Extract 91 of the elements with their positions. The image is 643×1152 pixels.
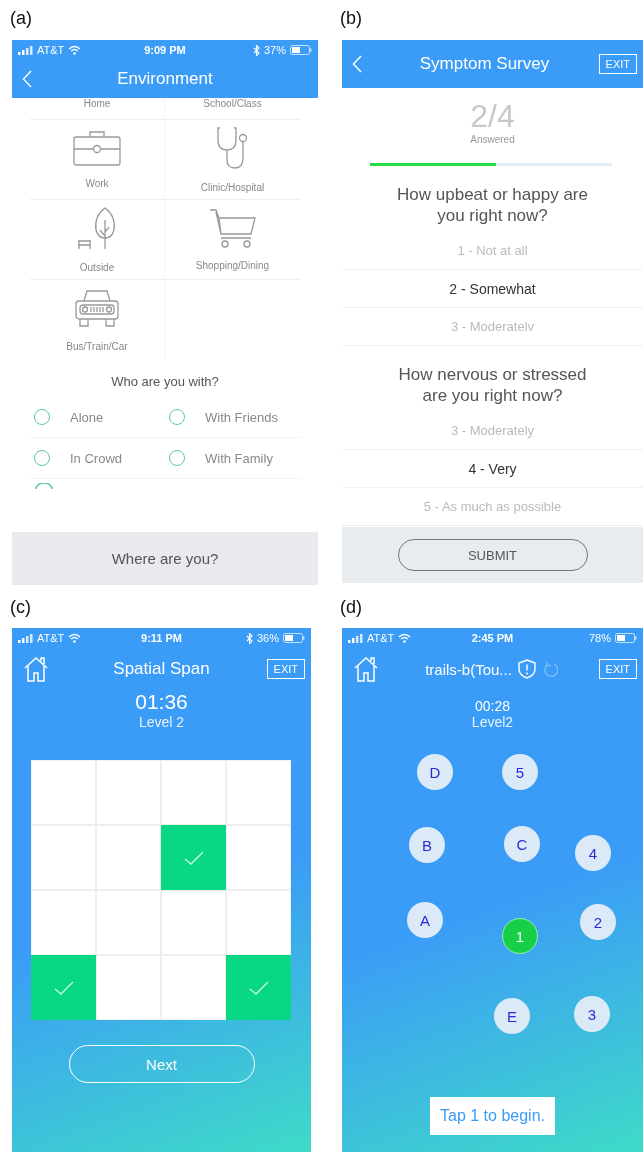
checkmark-icon bbox=[183, 850, 204, 865]
trail-node[interactable]: C bbox=[504, 826, 540, 862]
home-icon[interactable] bbox=[352, 655, 380, 683]
exit-button[interactable]: EXIT bbox=[598, 659, 637, 679]
level-text: Level 2 bbox=[137, 714, 186, 730]
signal-icon bbox=[18, 45, 33, 55]
bottom-bar: Where are you? bbox=[12, 532, 318, 585]
car-front-icon bbox=[74, 288, 120, 329]
shield-alert-icon[interactable] bbox=[517, 659, 536, 679]
trail-node[interactable]: 5 bbox=[502, 754, 538, 790]
carrier-name: AT&T bbox=[367, 632, 395, 644]
battery-percent: 78% bbox=[588, 632, 611, 644]
exit-button[interactable]: EXIT bbox=[598, 54, 637, 74]
location-option[interactable]: Clinic/Hospital bbox=[165, 120, 300, 200]
panel-label: (b) bbox=[340, 7, 362, 30]
wifi-icon bbox=[398, 633, 412, 643]
answer-option[interactable]: 4 - Very bbox=[342, 450, 643, 488]
screen-title: Symptom Survey bbox=[418, 54, 551, 74]
shopping-cart-icon bbox=[208, 208, 257, 248]
screen-title: Environment bbox=[116, 69, 214, 89]
screen-title: trails-b(Tou... bbox=[425, 660, 512, 678]
trail-node[interactable]: 4 bbox=[575, 835, 611, 871]
signal-icon bbox=[348, 633, 363, 643]
wifi-icon bbox=[68, 633, 82, 643]
briefcase-icon bbox=[73, 130, 121, 166]
radio-label: With Family bbox=[205, 450, 273, 466]
location-label: Home bbox=[83, 98, 111, 109]
location-label: Clinic/Hospital bbox=[200, 182, 265, 193]
answer-option[interactable]: 5 - As much as possible bbox=[342, 488, 643, 526]
answer-option[interactable]: 3 - Moderately bbox=[342, 412, 643, 450]
trail-node[interactable]: 2 bbox=[580, 904, 616, 940]
location-option[interactable]: Home bbox=[30, 98, 165, 120]
location-label: School/Class bbox=[203, 98, 262, 109]
battery-percent: 37% bbox=[263, 44, 286, 56]
radio-circle-partial-icon bbox=[34, 483, 54, 489]
question-text: How nervous or stressed are you right now? bbox=[397, 364, 588, 406]
back-chevron-icon[interactable] bbox=[22, 70, 32, 88]
grid-tile[interactable] bbox=[31, 955, 96, 1020]
grid-tile[interactable] bbox=[161, 825, 226, 890]
location-label: Work bbox=[85, 178, 109, 189]
location-option[interactable]: Bus/Train/Car bbox=[30, 280, 165, 360]
timer-text: 00:28 bbox=[473, 698, 511, 714]
undo-arrow-icon[interactable] bbox=[541, 660, 558, 678]
location-option[interactable]: School/Class bbox=[165, 98, 300, 120]
trail-node[interactable]: E bbox=[494, 998, 530, 1034]
timer-text: 01:36 bbox=[134, 690, 189, 714]
location-label: Outside bbox=[79, 262, 115, 273]
grid-tile[interactable] bbox=[226, 955, 291, 1020]
trail-node[interactable]: 1 bbox=[502, 918, 538, 954]
panel-label: (c) bbox=[10, 596, 31, 619]
status-time: 2:45 PM bbox=[471, 632, 514, 644]
carrier-name: AT&T bbox=[37, 44, 65, 56]
question-text: How upbeat or happy are you right now? bbox=[396, 184, 589, 226]
answer-option[interactable]: 1 - Not at all bbox=[342, 232, 643, 270]
answer-option[interactable]: 2 - Somewhat bbox=[342, 270, 643, 308]
status-time: 9:09 PM bbox=[144, 44, 186, 56]
radio-label: With Friends bbox=[205, 409, 278, 425]
exit-button[interactable]: EXIT bbox=[266, 659, 305, 679]
instruction-banner: Tap 1 to begin. bbox=[430, 1097, 555, 1135]
answer-option[interactable]: 3 - Moderatelv bbox=[342, 308, 643, 346]
location-option[interactable]: Outside bbox=[30, 200, 165, 280]
battery-icon bbox=[290, 45, 312, 55]
wifi-icon bbox=[68, 45, 82, 55]
radio-label: In Crowd bbox=[70, 450, 123, 466]
trail-node[interactable]: D bbox=[417, 754, 453, 790]
answered-caption: Answered bbox=[470, 134, 515, 145]
panel-label: (d) bbox=[340, 596, 362, 619]
location-label: Bus/Train/Car bbox=[66, 340, 128, 352]
screen-title: Spatial Span bbox=[113, 659, 210, 679]
location-option[interactable]: Work bbox=[30, 120, 165, 200]
trail-node[interactable]: B bbox=[409, 827, 445, 863]
battery-icon bbox=[615, 633, 637, 643]
home-icon[interactable] bbox=[22, 655, 50, 683]
tree-and-bench-icon bbox=[77, 206, 117, 250]
location-option[interactable]: Shopping/Dining bbox=[165, 200, 300, 280]
stethoscope-icon bbox=[215, 126, 250, 170]
back-chevron-icon[interactable] bbox=[352, 55, 362, 73]
trail-node[interactable]: A bbox=[407, 902, 443, 938]
carrier-name: AT&T bbox=[37, 632, 65, 644]
status-time: 9:11 PM bbox=[141, 632, 182, 644]
signal-icon bbox=[18, 633, 33, 643]
radio-label: Alone bbox=[70, 409, 104, 425]
location-label: Shopping/Dining bbox=[195, 260, 270, 271]
battery-icon bbox=[283, 633, 305, 643]
battery-percent: 36% bbox=[256, 632, 279, 644]
panel-label: (a) bbox=[10, 7, 32, 30]
checkmark-icon bbox=[248, 980, 269, 995]
trail-node[interactable]: 3 bbox=[574, 996, 610, 1032]
checkmark-icon bbox=[53, 980, 74, 995]
level-text: Level2 bbox=[470, 714, 515, 730]
section-heading: Who are you with? bbox=[110, 373, 220, 391]
